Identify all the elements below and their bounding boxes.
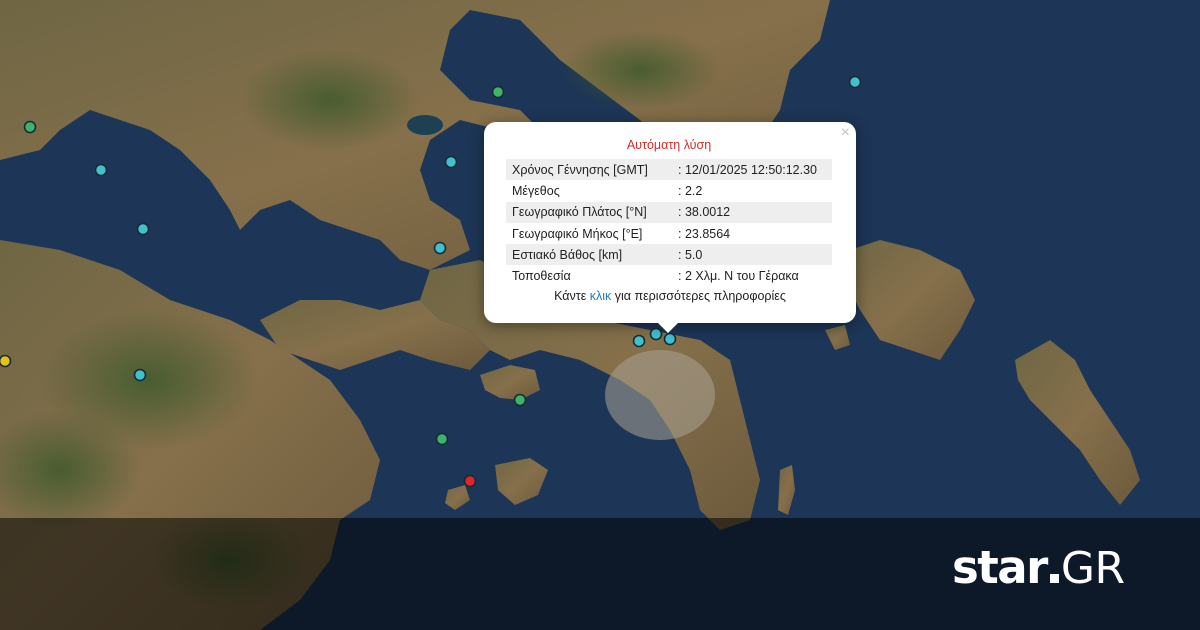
info-label: Γεωγραφικό Μήκος [°E]: [512, 226, 643, 241]
earthquake-marker[interactable]: [433, 241, 447, 255]
info-label: Εστιακό Βάθος [km]: [506, 244, 672, 266]
earthquake-info-popup: × Αυτόματη λύση Χρόνος Γέννησης [GMT] : …: [484, 122, 856, 333]
earthquake-marker[interactable]: [435, 432, 449, 446]
info-row-location: Τοποθεσία : 2 Χλμ. Ν του Γέρακα: [506, 265, 832, 286]
athens-urban-area: [605, 350, 715, 440]
more-info-suffix: για περισσότερες πληροφορίες: [611, 289, 786, 303]
lake: [407, 115, 443, 135]
info-row-latitude: Γεωγραφικό Πλάτος [°N] : 38.0012: [506, 201, 832, 223]
info-value: : 12/01/2025 12:50:12.30: [672, 159, 832, 181]
more-info-line: Κάντε κλικ για περισσότερες πληροφορίες: [484, 289, 856, 303]
earthquake-marker[interactable]: [444, 155, 458, 169]
info-label: Τοποθεσία: [512, 269, 571, 284]
popup-pointer: [658, 323, 678, 333]
logo-suffix: GR: [1060, 543, 1125, 594]
popup-title: Αυτόματη λύση: [626, 138, 712, 152]
info-value: : 5.0: [672, 244, 832, 266]
forest-patch: [560, 30, 720, 110]
close-icon[interactable]: ×: [841, 124, 850, 142]
info-value: : 38.0012: [672, 201, 832, 223]
info-label: Μέγεθος: [512, 183, 560, 198]
earthquake-info-table: Χρόνος Γέννησης [GMT] : 12/01/2025 12:50…: [506, 159, 832, 287]
logo-dot-icon: [1049, 574, 1059, 583]
info-row-longitude: Γεωγραφικό Μήκος [°E] : 23.8564: [506, 223, 832, 244]
info-label: Γεωγραφικό Πλάτος [°N]: [506, 201, 672, 223]
info-value: : 2 Χλμ. Ν του Γέρακα: [678, 269, 799, 284]
earthquake-marker-selected[interactable]: [663, 332, 677, 346]
info-value: : 2.2: [678, 183, 703, 198]
earthquake-marker[interactable]: [0, 354, 12, 368]
earthquake-marker[interactable]: [94, 163, 108, 177]
earthquake-marker[interactable]: [491, 85, 505, 99]
earthquake-marker[interactable]: [848, 75, 862, 89]
info-value: : 23.8564: [678, 226, 731, 241]
earthquake-marker[interactable]: [136, 222, 150, 236]
info-row-depth: Εστιακό Βάθος [km] : 5.0: [506, 244, 832, 266]
more-info-link[interactable]: κλικ: [590, 289, 612, 303]
earthquake-marker[interactable]: [632, 334, 646, 348]
more-info-prefix: Κάντε: [554, 289, 590, 303]
earthquake-marker[interactable]: [133, 368, 147, 382]
info-label: Χρόνος Γέννησης [GMT]: [506, 159, 672, 181]
info-row-magnitude: Μέγεθος : 2.2: [506, 180, 832, 201]
info-row-origin-time: Χρόνος Γέννησης [GMT] : 12/01/2025 12:50…: [506, 159, 832, 181]
star-gr-logo[interactable]: star GR: [952, 536, 1125, 600]
forest-patch: [240, 50, 420, 150]
logo-wordmark: star: [952, 541, 1048, 594]
earthquake-marker[interactable]: [463, 474, 477, 488]
earthquake-marker[interactable]: [23, 120, 37, 134]
earthquake-marker[interactable]: [513, 393, 527, 407]
